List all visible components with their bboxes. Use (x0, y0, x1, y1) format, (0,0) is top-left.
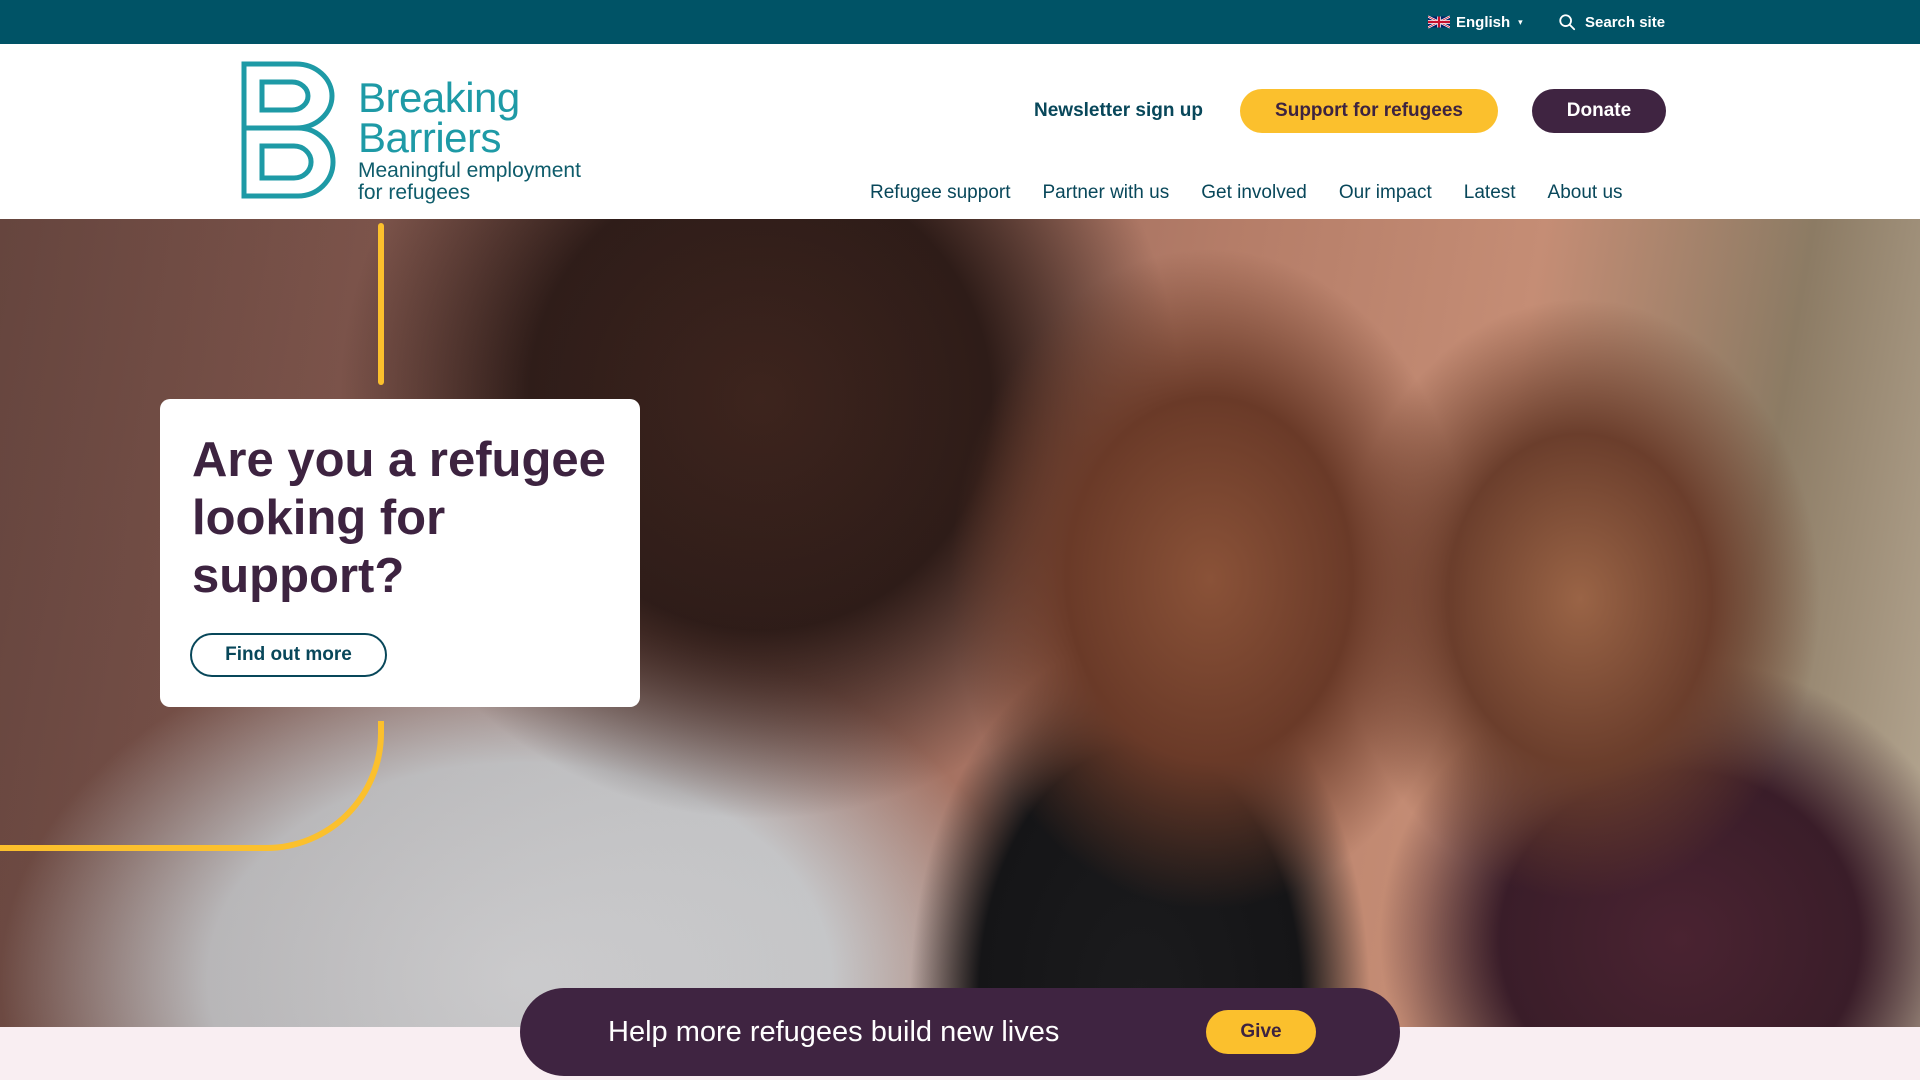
site-logo[interactable]: Breaking Barriers Meaningful employment … (240, 60, 620, 205)
search-icon (1559, 14, 1576, 31)
nav-item-get-involved[interactable]: Get involved (1201, 182, 1307, 206)
search-label: Search site (1585, 13, 1666, 31)
logo-tagline-line1: Meaningful employment (358, 159, 581, 182)
nav-item-latest[interactable]: Latest (1464, 182, 1516, 206)
decorative-yellow-line (378, 223, 384, 385)
hero-banner: Are you a refugee looking for support? F… (0, 219, 1920, 1027)
hero-heading: Are you a refugee looking for support? (192, 433, 606, 603)
donate-banner: Help more refugees build new lives Give (520, 988, 1400, 1076)
logo-b-mark-icon (241, 61, 336, 199)
find-out-more-button[interactable]: Find out more (190, 633, 387, 677)
donate-banner-text: Help more refugees build new lives (608, 1016, 1060, 1048)
give-button[interactable]: Give (1206, 1010, 1316, 1054)
nav-item-refugee-support[interactable]: Refugee support (870, 182, 1011, 206)
logo-name-line1: Breaking (358, 74, 520, 121)
support-for-refugees-button[interactable]: Support for refugees (1240, 89, 1498, 133)
logo-name: Breaking Barriers (358, 74, 520, 161)
decorative-yellow-arc (0, 721, 384, 851)
language-selector[interactable]: English ▾ (1428, 12, 1523, 32)
nav-item-partner-with-us[interactable]: Partner with us (1043, 182, 1170, 206)
uk-flag-icon (1428, 15, 1450, 29)
site-header: Breaking Barriers Meaningful employment … (0, 44, 1920, 219)
donate-button[interactable]: Donate (1532, 89, 1666, 133)
utility-bar: English ▾ Search site (0, 0, 1920, 44)
logo-name-line2: Barriers (358, 114, 502, 161)
nav-item-about-us[interactable]: About us (1548, 182, 1623, 206)
search-site-link[interactable]: Search site (1558, 12, 1665, 32)
chevron-down-icon: ▾ (1518, 16, 1523, 27)
newsletter-signup-link[interactable]: Newsletter sign up (1034, 100, 1203, 122)
logo-tagline: Meaningful employment for refugees (358, 160, 581, 204)
nav-item-our-impact[interactable]: Our impact (1339, 182, 1432, 206)
logo-tagline-line2: for refugees (358, 181, 471, 204)
hero-card: Are you a refugee looking for support? F… (160, 399, 640, 707)
main-navigation: Refugee support Partner with us Get invo… (870, 182, 1655, 206)
language-label: English (1456, 13, 1511, 31)
